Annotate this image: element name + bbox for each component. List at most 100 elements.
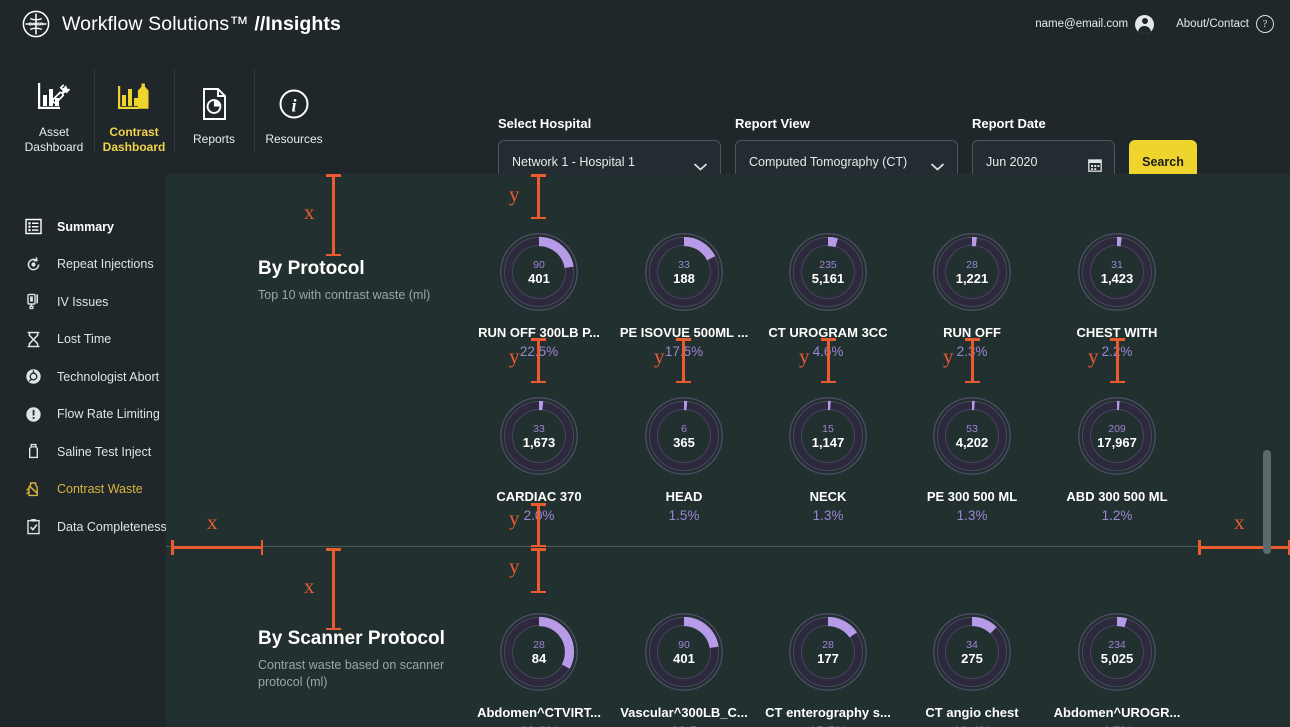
sidebar-item-saline-test-inject-label: Saline Test Inject [57,444,152,459]
sidebar-item-flow-rate-limiting[interactable]: Flow Rate Limiting [0,396,166,434]
donut-card[interactable]: 15 1,147 NECK 1.3% [756,396,900,523]
donut-waste-value: 28 [533,638,545,651]
nav-tabs: Asset Dashboard Contrast Dashboard Repor… [0,48,334,174]
brand-title-bold: //Insights [254,12,341,35]
nav-tab-asset-dashboard[interactable]: Asset Dashboard [14,48,94,174]
donut-card[interactable]: 235 5,161 CT UROGRAM 3CC 4.6% [756,232,900,359]
nav-label-line1: Asset [38,124,69,139]
contrast-waste-icon [25,481,42,498]
donut-card[interactable]: 33 188 PE ISOVUE 500ML ... 17.5% [612,232,756,359]
measure-label-x: x [304,200,315,224]
hospital-select-value: Network 1 - Hospital 1 [512,155,635,169]
measure-label-x: x [304,574,315,598]
donut-values: 33 188 [644,232,724,312]
donut-card[interactable]: 53 4,202 PE 300 500 ML 1.3% [900,396,1044,523]
donut-total-value: 5,025 [1100,650,1134,666]
donut-card[interactable]: 33 1,673 CARDIAC 370 2.0% [467,396,611,523]
nav-tab-contrast-dashboard-label: Contrast Dashboard [103,125,166,155]
donut-card[interactable]: 209 17,967 ABD 300 500 ML 1.2% [1045,396,1189,523]
donut-card[interactable]: 34275CT angio chest12.4% [900,612,1044,727]
donut-card-name: ABD 300 500 ML [1066,489,1168,504]
nav-tab-resources[interactable]: i Resources [254,48,334,174]
donut-card-name: RUN OFF [943,325,1001,340]
donut-chart: 235 5,161 [788,232,868,312]
about-contact-link[interactable]: About/Contact ? [1176,15,1274,33]
donut-chart: 34 275 [932,612,1012,692]
clipboard-check-icon [25,518,42,535]
measure-bar-y [532,174,545,219]
donut-card[interactable]: 28 1,221 RUN OFF 2.3% [900,232,1044,359]
sidebar-item-technologist-abort[interactable]: Technologist Abort [0,358,166,396]
measure-bar-y [327,174,340,256]
brand-title-light: Workflow Solutions™ [62,12,255,35]
measure-label-x: x [1234,510,1245,534]
section-header-by-scanner-protocol: By Scanner Protocol Contrast waste based… [258,628,470,691]
donut-card-name: CT enterography s... [765,705,891,720]
donut-card[interactable]: 6 365 HEAD 1.5% [612,396,756,523]
donut-total-value: 1,147 [811,434,845,450]
chevron-down-icon [694,158,707,171]
nav-tab-reports-label: Reports [192,132,236,146]
donut-card[interactable]: 2345,025Abdomen^UROGR...4.7% [1045,612,1189,727]
donut-card[interactable]: 28177CT enterography s...15.5% [756,612,900,727]
reports-document-icon [194,83,234,123]
donut-waste-value: 6 [681,422,687,435]
sidebar-item-repeat-injections[interactable]: Repeat Injections [0,246,166,284]
donut-waste-value: 90 [678,638,690,651]
donut-values: 234 5,025 [1077,612,1157,692]
donut-chart: 209 17,967 [1077,396,1157,476]
donut-waste-value: 33 [533,422,545,435]
app-root: BAYER Workflow Solutions™ //Insights nam… [0,0,1290,727]
sidebar-item-lost-time[interactable]: Lost Time [0,321,166,359]
donut-card[interactable]: 90401Vascular^300LB_C...22.5 [612,612,756,727]
donut-waste-value: 31 [1111,258,1123,271]
chevron-down-icon [931,158,944,171]
calendar-icon[interactable] [1088,158,1102,172]
donut-total-value: 177 [817,650,839,666]
user-avatar-icon[interactable] [1135,14,1155,34]
nav-tab-reports[interactable]: Reports [174,48,254,174]
measure-bar-y [327,548,340,630]
user-account[interactable]: name@email.com [1035,14,1155,34]
donut-card[interactable]: 31 1,423 CHEST WITH 2.2% [1045,232,1189,359]
donut-waste-value: 235 [819,258,837,271]
donut-card-percent: 2.3% [956,344,988,359]
svg-text:i: i [291,96,296,116]
vertical-scrollbar[interactable] [1263,450,1271,554]
nav-tab-resources-label: Resources [265,132,323,146]
donut-card-percent: 2.0% [523,508,555,523]
info-circle-icon: i [274,83,314,123]
donut-waste-value: 15 [822,422,834,435]
donut-card-name: CHEST WITH [1076,325,1158,340]
donut-chart: 234 5,025 [1077,612,1157,692]
nav-tab-contrast-dashboard[interactable]: Contrast Dashboard [94,48,174,174]
question-mark-icon[interactable]: ? [1256,15,1274,33]
sidebar-item-summary[interactable]: Summary [0,208,166,246]
bayer-cross-logo: BAYER [22,10,50,38]
donut-card[interactable]: 2884Abdomen^CTVIRT...32.9% [467,612,611,727]
donut-values: 235 5,161 [788,232,868,312]
report-view-select-value: Computed Tomography (CT) [749,155,908,169]
donut-values: 90 401 [644,612,724,692]
sidebar-item-iv-issues[interactable]: IV Issues [0,283,166,321]
contrast-dashboard-icon [114,76,154,116]
donut-card-percent: 1.2% [1101,508,1133,523]
iv-bag-icon [25,293,42,310]
donut-card-name: Abdomen^UROGR... [1053,705,1181,720]
nav-tab-asset-dashboard-label: Asset Dashboard [25,125,84,155]
donut-waste-value: 209 [1108,422,1126,435]
donut-values: 31 1,423 [1077,232,1157,312]
donut-card[interactable]: 90 401 RUN OFF 300LB P... 22.5% [467,232,611,359]
donut-card-name: CARDIAC 370 [496,489,582,504]
donut-card-percent: 1.3% [812,508,844,523]
sidebar-item-data-completeness-label: Data Completeness [57,519,167,534]
sidebar-item-data-completeness[interactable]: Data Completeness [0,508,167,546]
measure-label-y: y [509,554,520,578]
sidebar-item-contrast-waste[interactable]: Contrast Waste [0,471,166,509]
donut-chart: 15 1,147 [788,396,868,476]
donut-total-value: 5,161 [811,270,845,286]
sidebar-item-saline-test-inject[interactable]: Saline Test Inject [0,433,166,471]
donut-waste-value: 28 [966,258,978,271]
donut-total-value: 1,673 [522,434,556,450]
donut-waste-value: 34 [966,638,978,651]
